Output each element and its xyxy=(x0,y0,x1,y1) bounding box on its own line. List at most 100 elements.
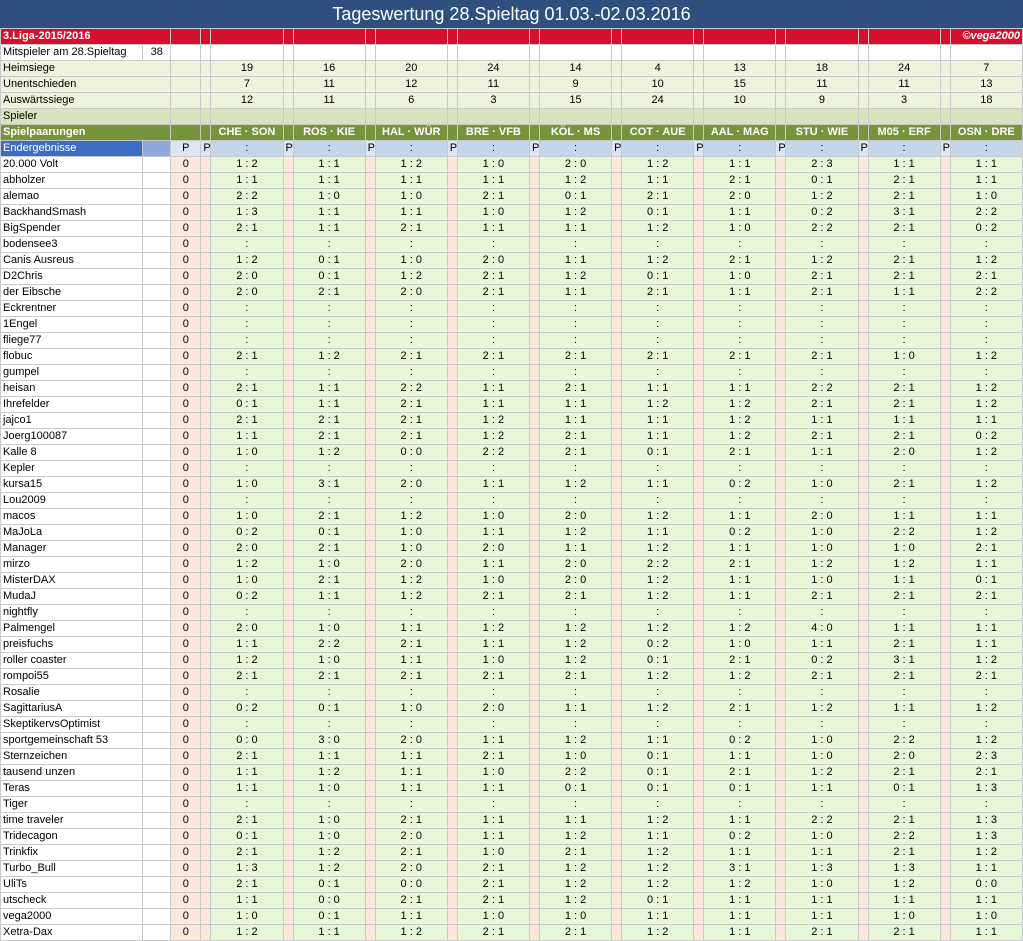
match-points xyxy=(528,364,540,381)
match-points xyxy=(446,380,458,397)
match-points xyxy=(693,796,705,813)
spacer-cell xyxy=(200,44,212,61)
match-points xyxy=(200,652,212,669)
match-points xyxy=(693,684,705,701)
spacer-cell xyxy=(142,268,172,285)
match-points xyxy=(446,924,458,941)
match-points xyxy=(939,540,951,557)
player-tip: 2 : 1 xyxy=(703,444,777,461)
header-spacer xyxy=(364,28,376,45)
player-tip: 1 : 1 xyxy=(210,764,284,781)
player-row: roller coaster 0 1 : 2 1 : 0 1 : 1 1 : 0 1 : 2… xyxy=(0,652,1023,669)
player-name: gumpel xyxy=(0,364,144,381)
player-tip: 2 : 1 xyxy=(867,220,941,237)
header-spacer xyxy=(857,28,869,45)
match-points xyxy=(200,668,212,685)
match-points xyxy=(282,780,294,797)
match-points xyxy=(857,220,869,237)
match-points xyxy=(200,460,212,477)
player-tip: : xyxy=(785,332,859,349)
match-points xyxy=(693,428,705,445)
player-tip: 1 : 2 xyxy=(374,508,448,525)
match-points xyxy=(364,396,376,413)
match-points xyxy=(282,620,294,637)
player-name: Ihrefelder xyxy=(0,396,144,413)
player-tip: 1 : 0 xyxy=(210,476,284,493)
player-tip: 2 : 1 xyxy=(374,892,448,909)
match-points xyxy=(775,236,787,253)
player-name: sportgemeinschaft 53 xyxy=(0,732,144,749)
player-tip: 2 : 1 xyxy=(867,476,941,493)
player-row: sportgemeinschaft 53 0 0 : 0 3 : 0 2 : 0 1 : … xyxy=(0,732,1023,749)
spacer-cell xyxy=(939,108,951,125)
match-points xyxy=(939,764,951,781)
player-tip: : xyxy=(621,316,695,333)
player-tip: 1 : 1 xyxy=(292,588,366,605)
match-points xyxy=(857,508,869,525)
player-tip: 1 : 0 xyxy=(456,908,530,925)
player-row: utscheck 0 1 : 1 0 : 0 2 : 1 2 : 1 1 : 2 0 : 1 1… xyxy=(0,892,1023,909)
player-tip: : xyxy=(538,332,613,349)
player-tip: 1 : 2 xyxy=(703,428,777,445)
player-points: 0 xyxy=(170,236,202,253)
match-points xyxy=(282,476,294,493)
mitspieler-row: Mitspieler am 28.Spieltag 38 xyxy=(0,44,1023,61)
player-tip: 0 : 1 xyxy=(292,524,366,541)
match-points xyxy=(200,636,212,653)
match-points xyxy=(200,684,212,701)
player-tip: 0 : 2 xyxy=(621,636,695,653)
player-tip: 2 : 1 xyxy=(867,172,941,189)
player-name: fliege77 xyxy=(0,332,144,349)
player-tip: 0 : 1 xyxy=(621,268,695,285)
match-points xyxy=(857,300,869,317)
player-tip: 2 : 2 xyxy=(456,444,530,461)
match-points xyxy=(200,700,212,717)
match-points xyxy=(775,412,787,429)
player-tip: 2 : 2 xyxy=(538,764,613,781)
player-tip: 1 : 0 xyxy=(456,572,530,589)
match-points xyxy=(775,348,787,365)
player-points: 0 xyxy=(170,780,202,797)
match-points xyxy=(693,348,705,365)
player-tip: 1 : 1 xyxy=(703,156,777,173)
player-tip: : xyxy=(867,492,941,509)
player-tip: 2 : 1 xyxy=(456,348,530,365)
spacer-cell xyxy=(939,124,951,141)
match-points xyxy=(939,252,951,269)
match-points xyxy=(611,172,623,189)
match-points xyxy=(857,732,869,749)
match-points xyxy=(364,268,376,285)
player-tip: : xyxy=(292,236,366,253)
player-tip: : xyxy=(867,236,941,253)
match-points xyxy=(611,460,623,477)
player-tip: 1 : 0 xyxy=(292,188,366,205)
player-tip: 1 : 0 xyxy=(210,444,284,461)
player-tip: 2 : 0 xyxy=(456,540,530,557)
player-points: 0 xyxy=(170,492,202,509)
player-tip: : xyxy=(210,796,284,813)
player-tip: 2 : 1 xyxy=(949,668,1023,685)
match-points xyxy=(200,828,212,845)
header-spacer xyxy=(611,28,623,45)
player-row: 1Engel 0:::::::::: xyxy=(0,316,1023,333)
match-points xyxy=(200,412,212,429)
match-points xyxy=(775,508,787,525)
match-points xyxy=(282,876,294,893)
player-tip: 1 : 1 xyxy=(292,380,366,397)
match-points xyxy=(200,316,212,333)
player-tip: : xyxy=(456,332,530,349)
player-tip: 2 : 0 xyxy=(456,700,530,717)
player-tip: 1 : 2 xyxy=(949,252,1023,269)
player-tip: 2 : 1 xyxy=(867,188,941,205)
player-tip: 1 : 2 xyxy=(210,156,284,173)
match-points xyxy=(364,428,376,445)
match-points xyxy=(775,780,787,797)
match-points xyxy=(282,748,294,765)
match-points xyxy=(775,284,787,301)
player-tip: : xyxy=(374,236,448,253)
match-points xyxy=(775,828,787,845)
player-tip: 2 : 1 xyxy=(785,396,859,413)
player-tip: 1 : 1 xyxy=(867,284,941,301)
match-points xyxy=(528,828,540,845)
match-points xyxy=(200,716,212,733)
